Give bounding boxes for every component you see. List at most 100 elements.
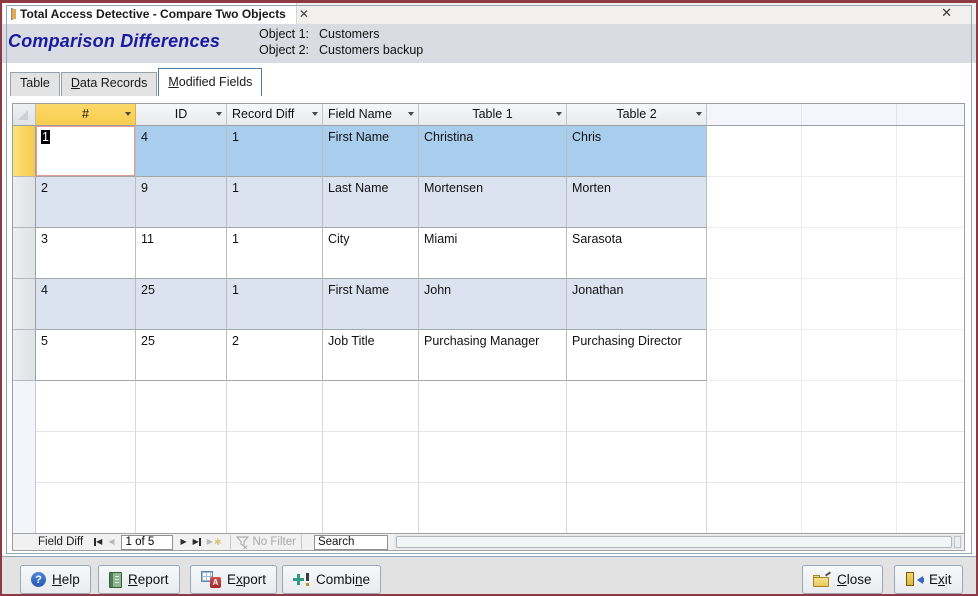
grid-cell[interactable]: 1: [227, 126, 323, 177]
window-tab[interactable]: Total Access Detective - Compare Two Obj…: [3, 3, 297, 24]
header-band: Comparison Differences Object 1: Custome…: [2, 24, 976, 63]
window-close-icon[interactable]: ✕: [941, 5, 952, 21]
row-selector[interactable]: [13, 228, 36, 279]
export-button[interactable]: A Export: [190, 565, 277, 594]
grid-cell[interactable]: First Name: [323, 126, 419, 177]
column-header-table-1[interactable]: Table 1: [419, 104, 567, 126]
close-button[interactable]: Close: [802, 565, 883, 594]
grid-cell[interactable]: 25: [136, 279, 227, 330]
column-header-#[interactable]: #: [36, 104, 136, 126]
row-selector[interactable]: [13, 126, 36, 177]
chevron-down-icon[interactable]: [125, 112, 131, 116]
grid-cell[interactable]: 1: [36, 126, 136, 177]
grid-cell[interactable]: 5: [36, 330, 136, 381]
grid-cell[interactable]: First Name: [323, 279, 419, 330]
horizontal-scrollbar[interactable]: [394, 535, 962, 549]
row-empty-area: [707, 177, 964, 228]
grid-cell[interactable]: Last Name: [323, 177, 419, 228]
column-header-id[interactable]: ID: [136, 104, 227, 126]
row-empty-area: [707, 381, 964, 432]
table-row: 3111CityMiamiSarasota: [13, 228, 964, 279]
scrollbar-end-button[interactable]: [954, 536, 961, 548]
scrollbar-thumb[interactable]: [396, 536, 952, 548]
empty-cell: [36, 483, 136, 533]
chevron-down-icon[interactable]: [556, 112, 562, 116]
help-label: Help: [52, 572, 80, 587]
chevron-down-icon[interactable]: [408, 112, 414, 116]
grid-cell[interactable]: 9: [136, 177, 227, 228]
table-row: 4251First NameJohnJonathan: [13, 279, 964, 330]
grid-cell[interactable]: 1: [227, 228, 323, 279]
tab-table[interactable]: Table: [10, 72, 60, 96]
tab-strip: TableData RecordsModified Fields: [10, 65, 263, 96]
grid-cell[interactable]: 4: [36, 279, 136, 330]
column-header-label: ID: [175, 107, 188, 121]
column-header-field-name[interactable]: Field Name: [323, 104, 419, 126]
chevron-down-icon[interactable]: [312, 112, 318, 116]
record-position-input[interactable]: [121, 535, 173, 550]
column-header-record-diff[interactable]: Record Diff: [227, 104, 323, 126]
object1-line: Object 1: Customers: [259, 27, 379, 41]
grid-cell[interactable]: Miami: [419, 228, 567, 279]
row-selector[interactable]: [13, 330, 36, 381]
row-selector: [13, 432, 36, 483]
exit-label: Exit: [929, 572, 952, 587]
tab-modified-fields[interactable]: Modified Fields: [158, 68, 262, 96]
row-selector: [13, 483, 36, 533]
empty-cell: [323, 381, 419, 432]
row-selector[interactable]: [13, 279, 36, 330]
no-filter-button[interactable]: No Filter: [236, 536, 296, 549]
column-header-table-2[interactable]: Table 2: [567, 104, 707, 126]
grid-cell[interactable]: 2: [227, 330, 323, 381]
column-header-label: Field Name: [328, 107, 392, 121]
record-navigation-bar: Field Diff ◀ ◀ ▶ ▶ ▶✱ No Filter: [12, 533, 965, 551]
grid-cell[interactable]: Purchasing Director: [567, 330, 707, 381]
combine-button[interactable]: Combine: [282, 565, 381, 594]
close-folder-icon: [813, 573, 831, 587]
report-button[interactable]: Report: [98, 565, 180, 594]
grid-cell[interactable]: 1: [227, 177, 323, 228]
empty-cell: [136, 483, 227, 533]
grid-cell[interactable]: City: [323, 228, 419, 279]
grid-cell[interactable]: Jonathan: [567, 279, 707, 330]
tab-close-icon[interactable]: ✕: [299, 7, 309, 21]
chevron-down-icon[interactable]: [696, 112, 702, 116]
grid-cell[interactable]: Morten: [567, 177, 707, 228]
previous-record-button[interactable]: ◀: [108, 538, 114, 546]
row-empty-area: [707, 432, 964, 483]
grid-cell[interactable]: Chris: [567, 126, 707, 177]
column-header-label: Table 2: [616, 107, 656, 121]
last-record-button[interactable]: ▶: [193, 538, 201, 546]
object2-value: Customers backup: [319, 43, 423, 57]
grid-cell[interactable]: Job Title: [323, 330, 419, 381]
row-empty-area: [707, 330, 964, 381]
new-record-button[interactable]: ▶✱: [207, 537, 222, 548]
grid-cell[interactable]: 2: [36, 177, 136, 228]
tab-data-records[interactable]: Data Records: [61, 72, 157, 96]
grid-cell[interactable]: Purchasing Manager: [419, 330, 567, 381]
grid-cell[interactable]: 3: [36, 228, 136, 279]
chevron-down-icon[interactable]: [216, 112, 222, 116]
row-selector[interactable]: [13, 177, 36, 228]
row-empty-area: [707, 483, 964, 533]
grid-cell[interactable]: John: [419, 279, 567, 330]
grid-cell[interactable]: Sarasota: [567, 228, 707, 279]
grid-cell[interactable]: 1: [227, 279, 323, 330]
help-button[interactable]: ? Help: [20, 565, 91, 594]
navbar-separator: [230, 535, 231, 549]
object1-value: Customers: [319, 27, 379, 41]
first-record-button[interactable]: ◀: [94, 538, 102, 546]
exit-button[interactable]: Exit: [894, 565, 963, 594]
search-input[interactable]: [314, 535, 388, 550]
select-all-cell[interactable]: [13, 104, 36, 126]
grid-cell[interactable]: Mortensen: [419, 177, 567, 228]
grid-cell[interactable]: 4: [136, 126, 227, 177]
next-record-button[interactable]: ▶: [180, 538, 186, 546]
column-header-label: #: [82, 107, 89, 121]
grid-cell[interactable]: 11: [136, 228, 227, 279]
export-icon: A: [201, 571, 221, 588]
app-icon: [11, 8, 13, 20]
grid-cell[interactable]: Christina: [419, 126, 567, 177]
empty-cell: [419, 381, 567, 432]
grid-cell[interactable]: 25: [136, 330, 227, 381]
